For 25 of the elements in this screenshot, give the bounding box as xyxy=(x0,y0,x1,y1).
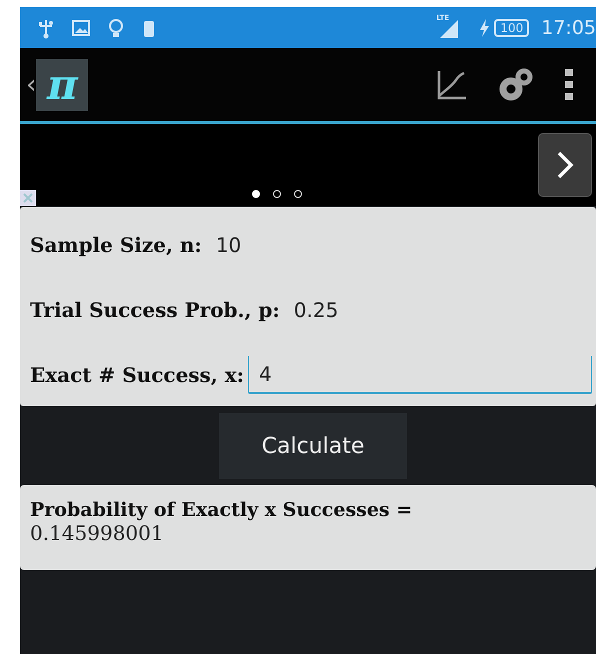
input-field[interactable]: 4 xyxy=(248,356,592,394)
page-dot[interactable] xyxy=(273,190,281,198)
battery-level: 100 xyxy=(494,18,530,36)
next-button[interactable] xyxy=(538,133,592,197)
close-icon xyxy=(23,193,33,203)
page-dot[interactable] xyxy=(294,190,302,198)
image-icon xyxy=(72,18,90,36)
back-caret[interactable]: ‹ xyxy=(20,70,36,100)
overflow-menu-icon xyxy=(564,66,574,102)
result-value: 0.145998001 xyxy=(30,521,165,545)
field-label: Exact # Success, x: xyxy=(30,363,244,387)
input-field[interactable]: 10 xyxy=(206,227,592,263)
gears-icon xyxy=(498,66,534,102)
result-label: Probability of Exactly x Successes = xyxy=(30,499,414,521)
clock: 17:05 xyxy=(541,16,596,38)
calculate-button[interactable]: Calculate xyxy=(219,413,407,479)
chevron-right-icon xyxy=(555,150,575,180)
bulb-icon xyxy=(108,16,124,38)
app-logo[interactable]: π xyxy=(36,58,88,110)
menu-button[interactable] xyxy=(564,66,574,102)
field-label: Trial Success Prob., p: xyxy=(30,298,280,322)
input-field[interactable]: 0.25 xyxy=(284,292,592,328)
settings-button[interactable] xyxy=(498,66,534,102)
charging-icon xyxy=(478,18,490,38)
field-label: Sample Size, n: xyxy=(30,233,202,257)
